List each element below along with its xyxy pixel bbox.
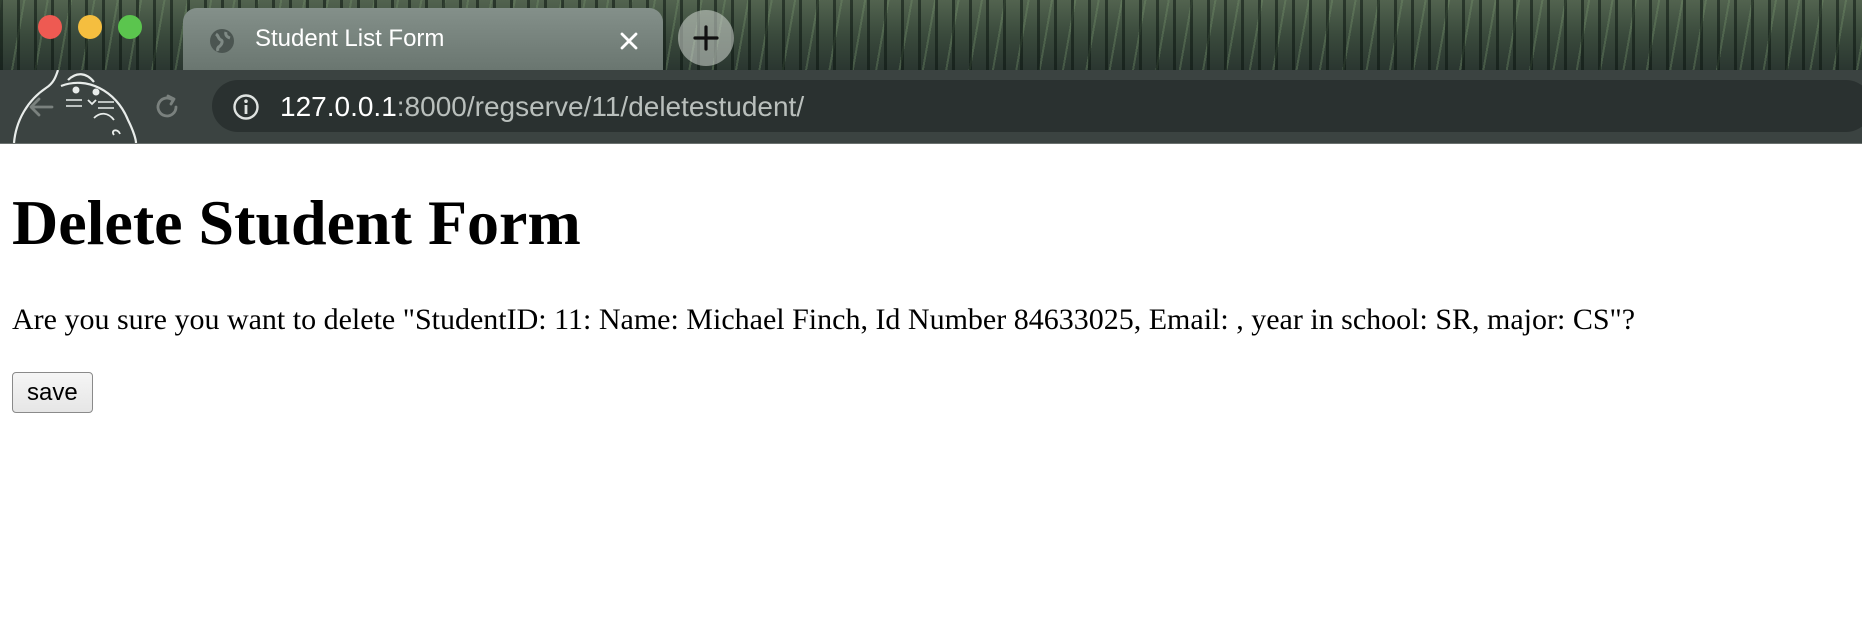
window-close-button[interactable] [38,15,62,39]
browser-chrome: Student List Form 127.0.0.1:8000/regserv… [0,0,1862,144]
page-title: Delete Student Form [12,187,581,258]
tab-title: Student List Form [255,25,445,52]
back-arrow-icon[interactable] [26,92,56,122]
globe-icon [210,29,234,53]
plus-icon [693,25,719,51]
reload-icon[interactable] [152,92,182,122]
window-minimize-button[interactable] [78,15,102,39]
address-bar[interactable]: 127.0.0.1:8000/regserve/11/deletestudent… [212,80,1862,132]
tab-strip: Student List Form [0,0,1862,70]
browser-toolbar: 127.0.0.1:8000/regserve/11/deletestudent… [0,70,1862,144]
new-tab-button[interactable] [678,10,734,66]
delete-confirmation-text: Are you sure you want to delete "Student… [12,303,1636,336]
info-icon[interactable] [232,93,260,121]
url-text: 127.0.0.1:8000/regserve/11/deletestudent… [280,91,804,123]
url-host: 127.0.0.1 [280,91,397,122]
url-path: :8000/regserve/11/deletestudent/ [396,91,805,122]
close-icon[interactable] [615,27,643,55]
tab-student-list-form[interactable]: Student List Form [183,8,663,70]
save-button[interactable]: save [12,372,93,413]
window-maximize-button[interactable] [118,15,142,39]
